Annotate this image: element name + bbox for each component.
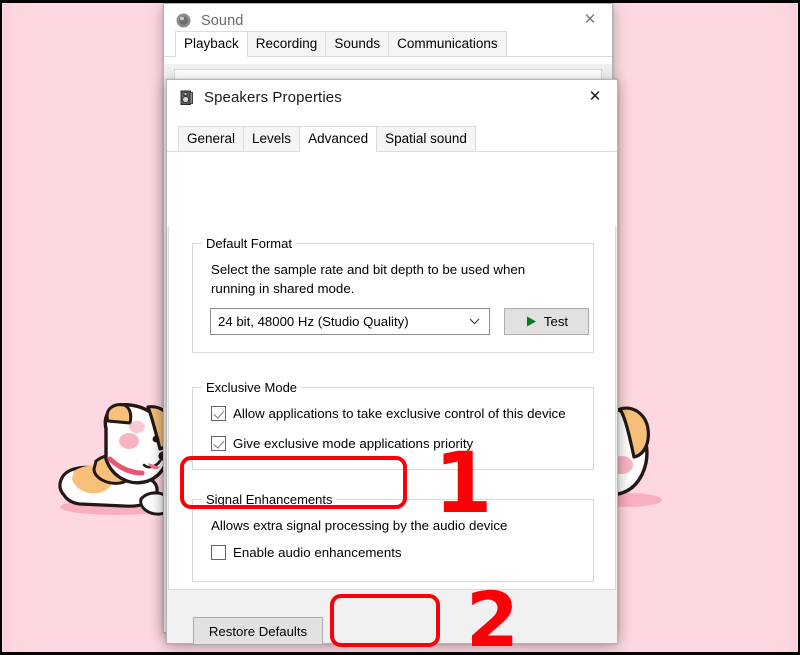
signal-enhancements-legend: Signal Enhancements <box>202 492 337 507</box>
checkbox-exclusive-control-label: Allow applications to take exclusive con… <box>233 406 566 421</box>
annotation-step-1: 1 <box>434 434 493 532</box>
checkbox-enable-audio-enhancements[interactable]: Enable audio enhancements <box>211 545 402 560</box>
exclusive-mode-legend: Exclusive Mode <box>202 380 302 395</box>
default-format-group: Default Format Select the sample rate an… <box>192 236 594 353</box>
signal-enhancements-group: Signal Enhancements Allows extra signal … <box>192 492 594 582</box>
tab-playback[interactable]: Playback <box>175 31 248 57</box>
tab-recording[interactable]: Recording <box>246 31 327 56</box>
tab-general[interactable]: General <box>178 126 245 151</box>
speaker-icon <box>175 12 192 29</box>
properties-tabstrip[interactable]: General Levels Advanced Spatial sound <box>167 125 617 152</box>
sample-rate-value: 24 bit, 48000 Hz (Studio Quality) <box>218 314 409 329</box>
properties-window-close-icon[interactable]: ✕ <box>573 80 617 113</box>
checkbox-icon[interactable] <box>211 436 226 451</box>
restore-defaults-label: Restore Defaults <box>208 623 308 639</box>
chevron-down-icon <box>469 316 480 328</box>
tab-sounds[interactable]: Sounds <box>325 31 390 56</box>
sound-window-tabstrip[interactable]: Playback Recording Sounds Communications <box>164 31 612 57</box>
properties-window-title: Speakers Properties <box>204 89 342 106</box>
exclusive-mode-group: Exclusive Mode Allow applications to tak… <box>192 380 594 470</box>
tab-spatial-sound[interactable]: Spatial sound <box>376 126 476 151</box>
checkbox-enable-audio-enhancements-label: Enable audio enhancements <box>233 545 402 560</box>
annotation-step-2: 2 <box>466 575 519 655</box>
default-format-description: Select the sample rate and bit depth to … <box>211 262 526 296</box>
test-button[interactable]: Test <box>504 308 589 335</box>
properties-titlebar[interactable]: Speakers Properties ✕ <box>167 80 617 115</box>
tab-advanced[interactable]: Advanced <box>299 126 378 152</box>
test-button-label: Test <box>543 314 569 329</box>
play-icon <box>525 315 538 328</box>
checkbox-icon[interactable] <box>211 545 226 560</box>
tab-levels[interactable]: Levels <box>243 126 301 151</box>
properties-tab-body: Default Format Select the sample rate an… <box>167 226 617 645</box>
checkbox-icon[interactable] <box>211 406 226 421</box>
sample-rate-dropdown[interactable]: 24 bit, 48000 Hz (Studio Quality) <box>210 308 490 335</box>
tab-communications[interactable]: Communications <box>388 31 507 56</box>
speakers-properties-window[interactable]: Speakers Properties ✕ General Levels Adv… <box>166 79 618 645</box>
speakers-icon <box>178 89 195 106</box>
sound-window-title: Sound <box>201 12 244 29</box>
checkbox-exclusive-control[interactable]: Allow applications to take exclusive con… <box>211 406 566 421</box>
restore-defaults-button[interactable]: Restore Defaults <box>193 617 323 645</box>
advanced-tab-panel: Default Format Select the sample rate an… <box>168 226 616 645</box>
default-format-legend: Default Format <box>202 236 296 251</box>
